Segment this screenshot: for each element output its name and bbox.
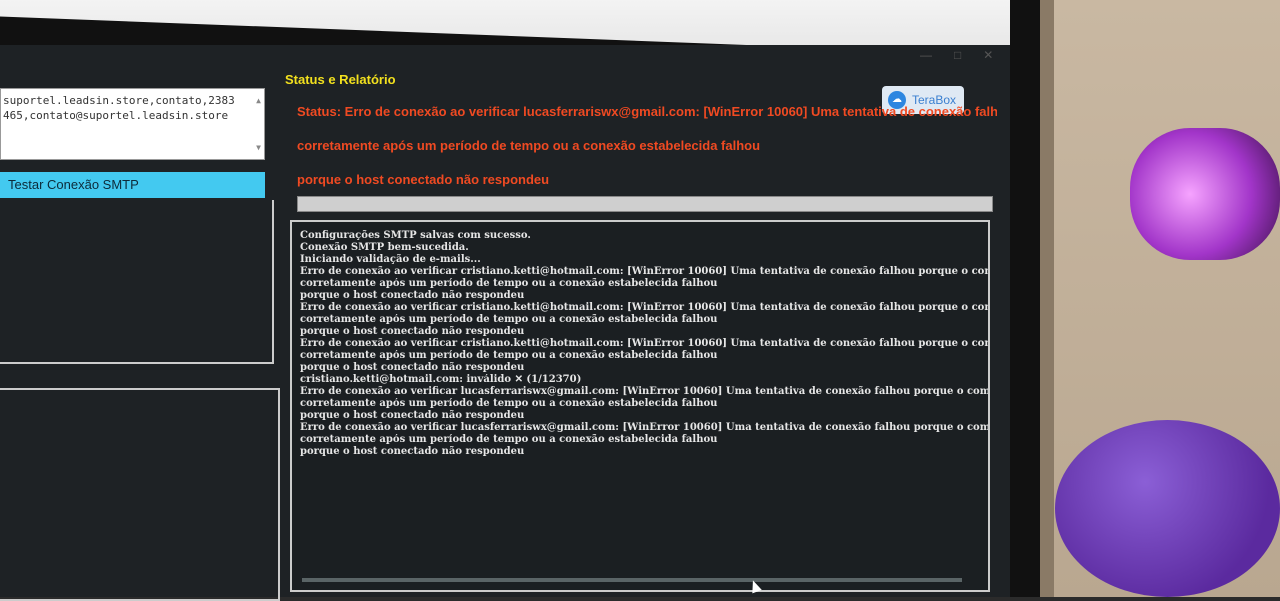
status-line: Status: Erro de conexão ao verificar luc… (297, 104, 997, 119)
log-line: Erro de conexão ao verificar cristiano.k… (300, 266, 988, 277)
log-line: corretamente após um período de tempo ou… (300, 314, 718, 325)
window-controls: — □ ✕ (920, 48, 993, 62)
log-line: Erro de conexão ao verificar lucasferrar… (300, 386, 988, 397)
log-output[interactable]: Configurações SMTP salvas com sucesso. Co… (290, 220, 990, 592)
status-line: corretamente após um período de tempo ou… (297, 138, 761, 153)
log-line: Erro de conexão ao verificar cristiano.k… (300, 338, 988, 349)
status-line: porque o host conectado não respondeu (297, 172, 550, 187)
log-line: Erro de conexão ao verificar cristiano.k… (300, 302, 988, 313)
log-line: porque o host conectado não respondeu (300, 290, 525, 301)
scroll-down-icon[interactable]: ▼ (256, 140, 261, 155)
recipients-line: 465,contato@suportel.leadsin.store (3, 109, 229, 122)
log-lines: Configurações SMTP salvas com sucesso. Co… (292, 222, 988, 458)
log-line: porque o host conectado não respondeu (300, 446, 525, 457)
scroll-up-icon[interactable]: ▲ (256, 93, 261, 108)
minimize-button[interactable]: — (920, 48, 932, 62)
log-line: cristiano.ketti@hotmail.com: inválido ✕ … (300, 374, 582, 385)
log-line: Erro de conexão ao verificar lucasferrar… (300, 422, 988, 433)
purple-ball (1055, 420, 1280, 597)
recipients-textarea[interactable]: suportel.leadsin.store,contato,2383 465,c… (0, 88, 265, 160)
maximize-button[interactable]: □ (954, 48, 961, 62)
log-line: corretamente após um período de tempo ou… (300, 278, 718, 289)
log-line: Iniciando validação de e-mails... (300, 254, 481, 265)
close-button[interactable]: ✕ (983, 48, 993, 62)
log-line: corretamente após um período de tempo ou… (300, 350, 718, 361)
status-message: Status: Erro de conexão ao verificar luc… (297, 102, 997, 204)
log-line: porque o host conectado não respondeu (300, 410, 525, 421)
log-line: porque o host conectado não respondeu (300, 326, 525, 337)
progress-bar (297, 196, 993, 212)
recipients-line: suportel.leadsin.store,contato,2383 (3, 94, 235, 107)
section-title: Status e Relatório (285, 72, 396, 87)
log-line: Conexão SMTP bem-sucedida. (300, 242, 469, 253)
log-line: corretamente após um período de tempo ou… (300, 398, 718, 409)
left-panel-upper (0, 200, 274, 364)
log-line: porque o host conectado não respondeu (300, 362, 525, 373)
purple-lamp (1130, 128, 1280, 260)
left-panel-lower (0, 388, 280, 601)
log-horizontal-scrollbar[interactable] (302, 578, 962, 582)
log-line: Configurações SMTP salvas com sucesso. (300, 230, 531, 241)
test-smtp-button[interactable]: Testar Conexão SMTP (0, 172, 265, 198)
monitor: — □ ✕ suportel.leadsin.store,contato,238… (0, 0, 1040, 601)
log-line: corretamente após um período de tempo ou… (300, 434, 718, 445)
